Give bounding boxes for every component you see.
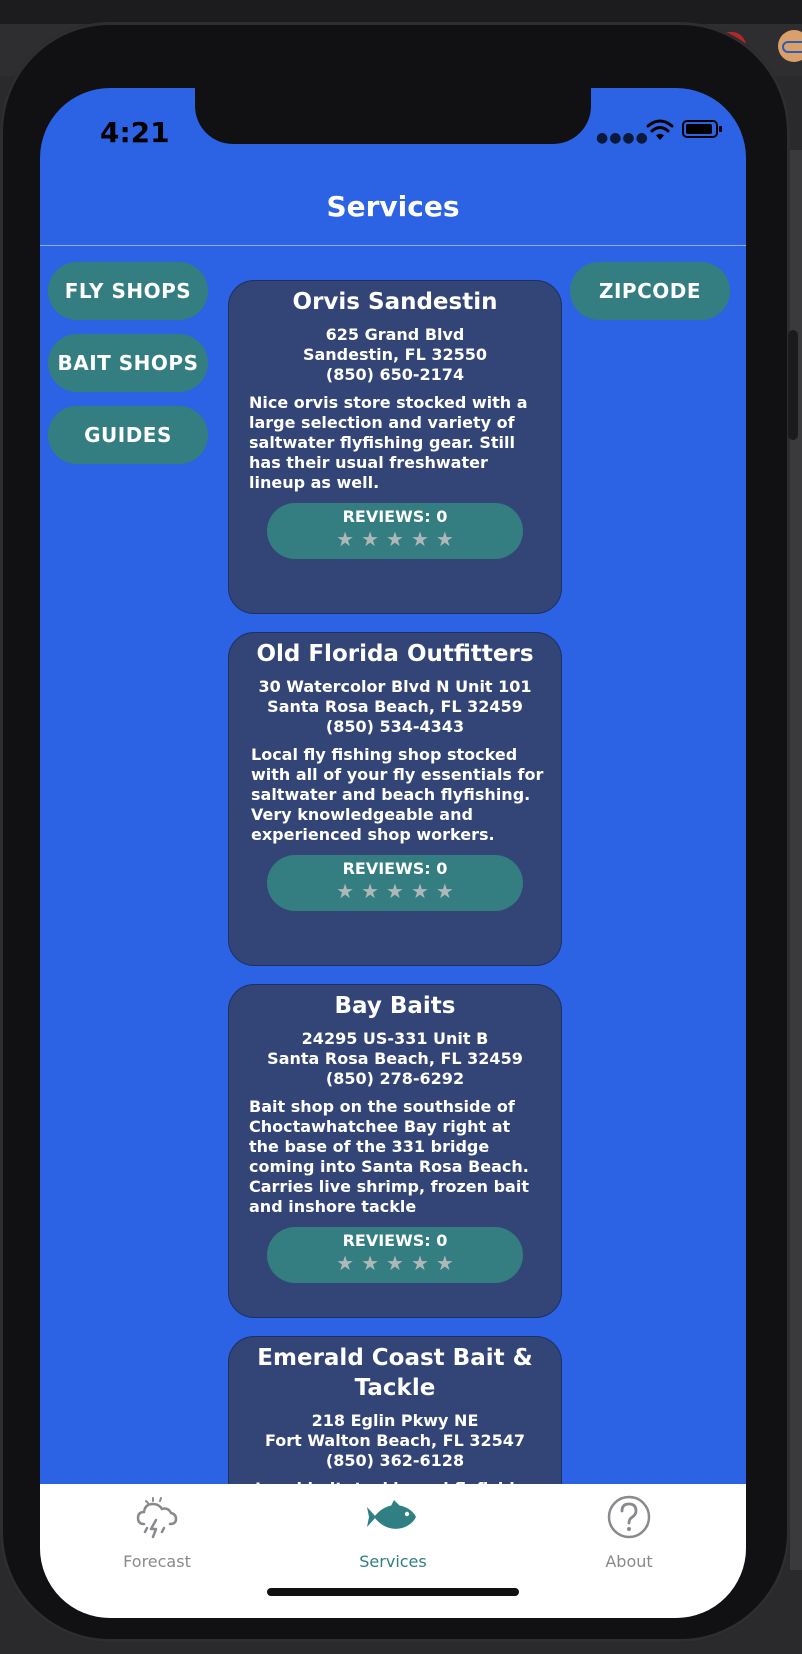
phone-side-button (788, 330, 798, 440)
shop-card[interactable]: Orvis Sandestin 625 Grand Blvd Sandestin… (228, 280, 562, 614)
cellular-signal-icon: ●●●● (596, 130, 649, 146)
tab-forecast[interactable]: Forecast (87, 1494, 227, 1571)
wifi-icon (646, 119, 674, 140)
desktop-top-bar (0, 0, 802, 24)
phone-notch (195, 88, 591, 144)
shop-phone[interactable]: (850) 362-6128 (229, 1451, 561, 1471)
shop-phone[interactable]: (850) 534-4343 (229, 717, 561, 737)
star-rating-icon[interactable]: ★★★★★ (267, 1251, 523, 1275)
shop-description: Nice orvis store stocked with a large se… (249, 393, 528, 492)
guides-button[interactable]: GUIDES (48, 406, 208, 464)
home-indicator[interactable] (267, 1588, 519, 1596)
shop-address-line1: 625 Grand Blvd (325, 325, 465, 344)
page-title: Services (326, 190, 460, 223)
reviews-count: REVIEWS: 0 (342, 859, 448, 878)
storm-cloud-icon (136, 1497, 178, 1539)
shop-name: Emerald Coast Bait & Tackle (257, 1345, 533, 1401)
shop-address-line1: 30 Watercolor Blvd N Unit 101 (258, 677, 532, 696)
shop-description: Local fly fishing shop stocked with all … (251, 745, 544, 844)
reviews-button[interactable]: REVIEWS: 0 ★★★★★ (267, 503, 523, 559)
shop-name: Bay Baits (334, 993, 456, 1019)
shop-name: Old Florida Outfitters (256, 641, 534, 667)
shop-address-line2: Santa Rosa Beach, FL 32459 (267, 1049, 523, 1068)
shop-address-line2: Fort Walton Beach, FL 32547 (264, 1431, 526, 1450)
tab-services-label: Services (359, 1552, 427, 1571)
tab-about[interactable]: About (559, 1494, 699, 1571)
reviews-button[interactable]: REVIEWS: 0 ★★★★★ (267, 855, 523, 911)
bait-shops-button[interactable]: BAIT SHOPS (48, 334, 208, 392)
shop-address-line2: Sandestin, FL 32550 (302, 345, 488, 364)
fish-icon (367, 1500, 416, 1529)
shop-card[interactable]: Bay Baits 24295 US-331 Unit B Santa Rosa… (228, 984, 562, 1318)
shop-address-line1: 218 Eglin Pkwy NE (311, 1411, 479, 1430)
tab-services[interactable]: Services (323, 1494, 463, 1571)
shop-card[interactable]: Old Florida Outfitters 30 Watercolor Blv… (228, 632, 562, 966)
shop-address-line1: 24295 US-331 Unit B (301, 1029, 489, 1048)
status-icons: ●●●● (596, 118, 722, 146)
status-time: 4:21 (100, 116, 170, 149)
tab-about-label: About (605, 1552, 653, 1571)
shop-name: Orvis Sandestin (292, 289, 498, 315)
tab-forecast-label: Forecast (123, 1552, 191, 1571)
zipcode-button[interactable]: ZIPCODE (570, 262, 730, 320)
shop-phone[interactable]: (850) 650-2174 (229, 365, 561, 385)
tab-bar: Forecast Services About (40, 1484, 746, 1618)
reviews-button[interactable]: REVIEWS: 0 ★★★★★ (267, 1227, 523, 1283)
reviews-count: REVIEWS: 0 (342, 507, 448, 526)
phone-frame: 4:21 ●●●● Services FLY SHOPS BAIT SHOPS … (0, 22, 790, 1642)
question-circle-icon (607, 1495, 651, 1539)
shop-address-line2: Santa Rosa Beach, FL 32459 (267, 697, 523, 716)
star-rating-icon[interactable]: ★★★★★ (267, 527, 523, 551)
fly-shops-button[interactable]: FLY SHOPS (48, 262, 208, 320)
desktop-avatar (778, 30, 802, 62)
app-screen: 4:21 ●●●● Services FLY SHOPS BAIT SHOPS … (40, 88, 746, 1618)
battery-icon (682, 120, 722, 138)
star-rating-icon[interactable]: ★★★★★ (267, 879, 523, 903)
header-divider (40, 245, 746, 246)
shop-description: Bait shop on the southside of Choctawhat… (249, 1097, 529, 1216)
reviews-count: REVIEWS: 0 (342, 1231, 448, 1250)
shop-phone[interactable]: (850) 278-6292 (229, 1069, 561, 1089)
